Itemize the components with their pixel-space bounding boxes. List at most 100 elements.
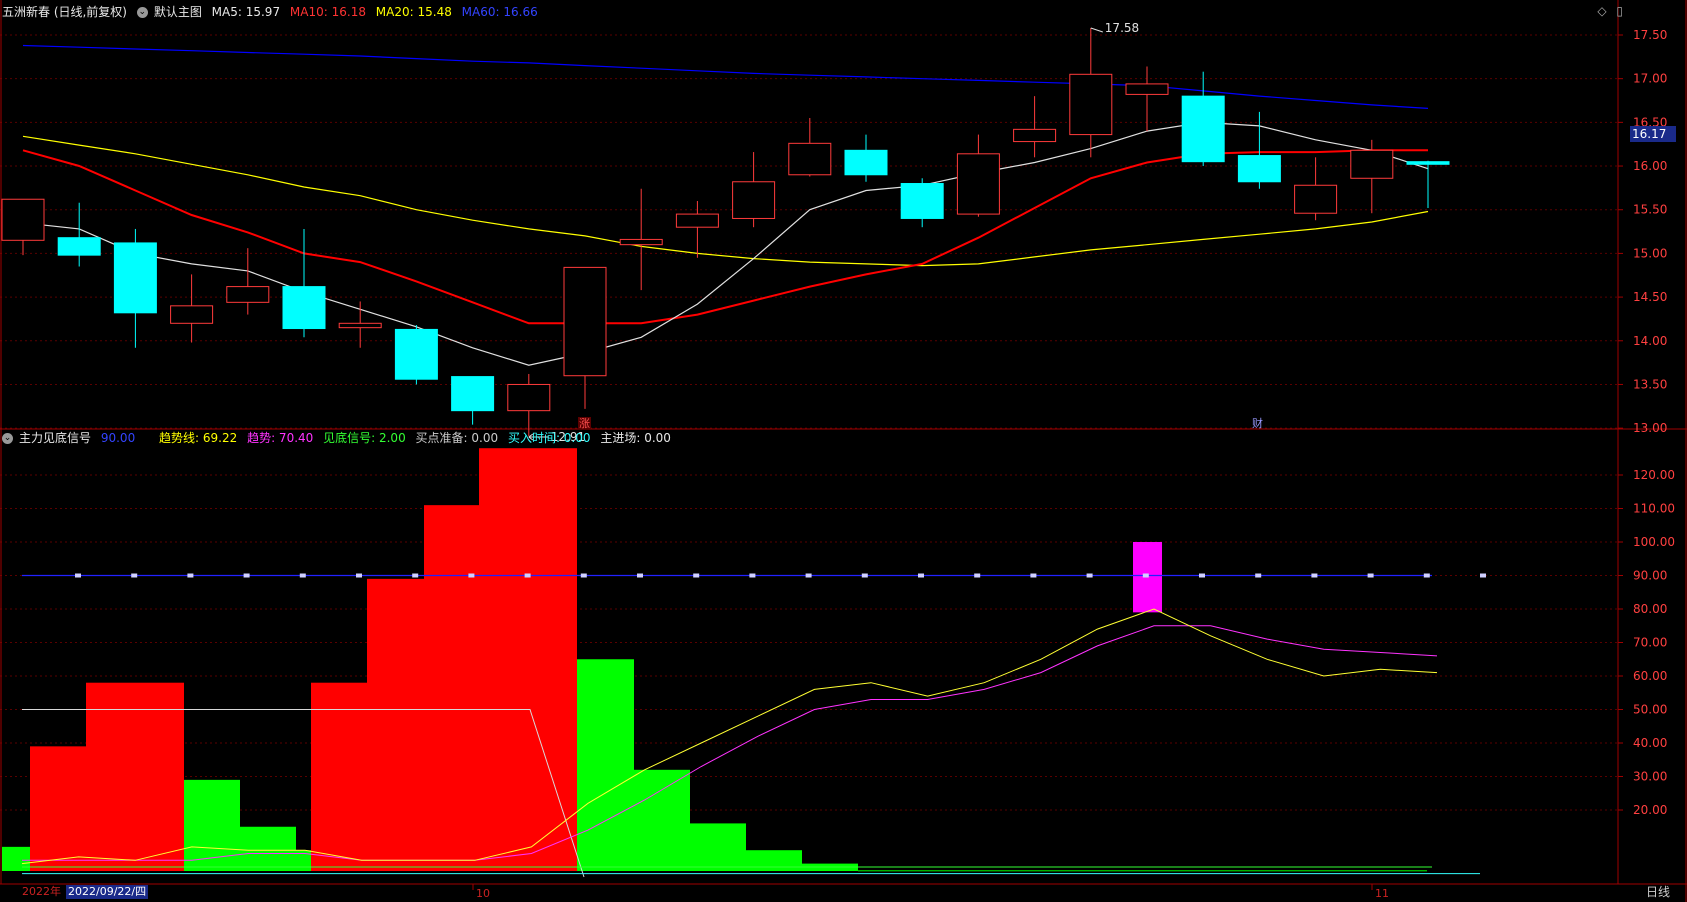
candle-body [732,181,776,219]
candle-body [113,242,157,314]
ma10-value: MA10: 16.18 [289,5,366,19]
signal-dot [468,573,475,578]
candle-body [1237,155,1281,183]
indicator-tick-label: 50.00 [1633,703,1667,717]
signal-dot [1199,573,1205,578]
candle-body [563,266,607,377]
signal-dot [1086,573,1093,578]
indicator-tick-label: 90.00 [1633,569,1667,583]
indicator-tick-label: 80.00 [1633,602,1667,616]
signal-dot [861,573,868,578]
indicator-tick-label: 30.00 [1633,770,1667,784]
ma5-value: MA5: 15.97 [211,5,281,19]
signal-dot [131,573,138,578]
price-tick-label: 13.50 [1633,377,1667,391]
signal-dot [412,573,419,578]
green-bar [746,850,802,871]
trend-line-value: 趋势线: 69.22 [159,431,238,445]
year-label: 2022年 [22,885,61,898]
signal-dot [974,573,981,578]
price-tick-label: 13.00 [1633,421,1667,435]
signal-dot [75,573,81,578]
candle-body [788,142,832,176]
candle-body [57,237,101,256]
signal-dot [299,573,306,578]
candle-body [1069,73,1113,136]
indicator-tick-label: 60.00 [1633,669,1667,683]
candle-body [1013,128,1057,143]
indicator-name[interactable]: 主力见底信号 [19,431,91,445]
signal-dot [243,573,250,578]
green-bar [858,870,914,872]
indicator-tick-label: 70.00 [1633,636,1667,650]
diamond-icon[interactable]: ◇ [1597,4,1606,18]
candle-body [675,213,719,228]
candle-body [956,153,1000,215]
x-tick-label: 11 [1375,887,1389,900]
main-entry-value: 主进场: 0.00 [600,431,671,445]
candle-body [900,183,944,219]
red-bar [424,505,479,871]
indicator-tick-label: 120.00 [1633,468,1675,482]
green-bar [634,769,690,871]
period-label[interactable]: 日线 [1646,885,1670,899]
candle-body [1181,95,1225,163]
main-chart-label[interactable]: 默认主图 [154,5,202,19]
indicator-tick-label: 110.00 [1633,502,1675,516]
candlesticks[interactable] [1,28,1450,436]
price-tick-label: 16.00 [1633,159,1667,173]
red-bar [311,682,367,871]
candle-body [619,238,663,246]
high-pointer [1090,27,1103,33]
indicator-tick-label: 40.00 [1633,736,1667,750]
price-axis: 17.5017.0016.5016.0015.5015.0014.5014.00… [0,0,1687,902]
cursor-date: 2022/09/22/四 [66,885,149,899]
signal-dot [1142,573,1149,578]
restore-icon[interactable]: ▯ [1616,4,1623,18]
indicator-header: ⌄ 主力见底信号 90.00 趋势线: 69.22 趋势: 70.40 见底信号:… [2,429,677,447]
x-tick-label: 10 [476,887,490,900]
signal-dot [187,573,194,578]
signal-dot [1311,573,1318,578]
chevron-down-icon[interactable]: ⌄ [2,433,13,444]
red-bar [367,578,424,871]
indicator-tick-label: 100.00 [1633,535,1675,549]
candle-body [170,305,214,324]
ma20-value: MA20: 15.48 [375,5,452,19]
indicator-param: 90.00 [100,431,136,445]
red-bar [479,448,577,871]
green-bar [690,823,746,871]
high-label: 17.58 [1105,21,1139,35]
red-bar [30,746,88,871]
trend-value: 趋势: 70.40 [247,431,314,445]
buy-time-value: 买入时间: 0.00 [507,431,591,445]
signal-dot [1367,573,1374,578]
current-price-tag: 16.17 [1630,126,1676,142]
cai-marker: 财 [1252,416,1263,430]
indicator-panel[interactable] [2,448,1486,878]
stock-chart[interactable]: 17.5017.0016.5016.0015.5015.0014.5014.00… [0,0,1687,902]
candle-body [451,376,495,412]
signal-dot [805,573,812,578]
main-chart-header: 五洲新春 (日线,前复权) ⌄ 默认主图 MA5: 15.97 MA10: 16.… [2,3,544,21]
window-controls: ◇ ▯ [1591,4,1623,18]
price-tick-label: 15.00 [1633,246,1667,260]
price-tick-label: 15.50 [1633,203,1667,217]
ma60-value: MA60: 16.66 [461,5,538,19]
signal-dot [637,573,643,578]
signal-dot [1255,573,1262,578]
candle-body [394,328,438,380]
settings-icon[interactable]: ⌄ [136,7,148,18]
stock-title[interactable]: 五洲新春 (日线,前复权) [2,5,127,19]
buy-prep-value: 买点准备: 0.00 [415,431,499,445]
signal-dot [749,573,756,578]
candle-body [1,198,45,241]
signal-dot [1030,573,1037,578]
signal-dot [1423,573,1430,578]
price-tick-label: 14.00 [1633,334,1667,348]
green-bar [240,826,296,871]
candle-body [338,322,382,329]
signal-dot [356,573,362,578]
bottom-signal-value: 见底信号: 2.00 [323,431,406,445]
candle-body [282,286,326,330]
